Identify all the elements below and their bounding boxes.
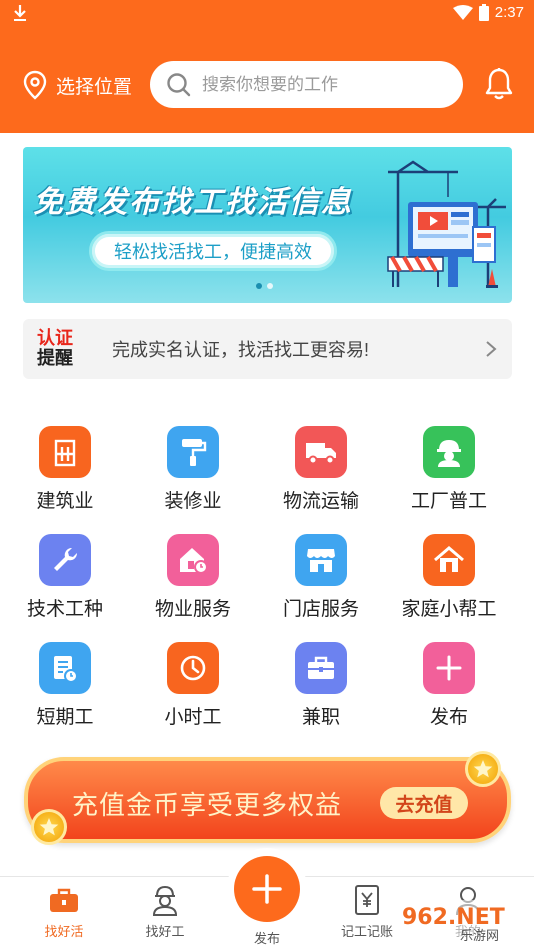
status-right: 2:37 xyxy=(452,4,524,21)
recharge-banner[interactable]: 充值金币享受更多权益 去充值 xyxy=(24,757,511,843)
tab-label: 记工记账 xyxy=(340,924,393,939)
recharge-text: 充值金币享受更多权益 xyxy=(72,790,343,820)
recharge-button[interactable]: 去充值 xyxy=(380,787,468,819)
worker-icon xyxy=(148,883,182,917)
location-selector[interactable]: 选择位置 xyxy=(22,70,132,100)
clock-icon xyxy=(167,642,219,694)
category-part-time[interactable]: 兼职 xyxy=(256,642,386,729)
category-publish[interactable]: 发布 xyxy=(384,642,514,729)
notification-bell-icon[interactable] xyxy=(484,67,514,101)
category-label: 工厂普工 xyxy=(410,491,487,512)
category-short-term[interactable]: 短期工 xyxy=(0,642,130,729)
verify-badge: 认证 提醒 xyxy=(37,329,97,369)
location-label: 选择位置 xyxy=(56,76,133,98)
site-watermark: 962.NET 乐游网 xyxy=(396,898,534,946)
status-bar: 2:37 xyxy=(0,0,534,28)
location-pin-icon xyxy=(23,70,47,100)
home-icon xyxy=(423,534,475,586)
banner-subtitle: 轻松找活找工，便捷高效 xyxy=(89,231,337,271)
watermark-text: 962.NET xyxy=(402,905,505,930)
search-input[interactable] xyxy=(202,74,442,95)
truck-icon xyxy=(295,426,347,478)
category-label: 家庭小帮工 xyxy=(401,599,497,620)
category-decoration[interactable]: 装修业 xyxy=(128,426,258,513)
category-hourly[interactable]: 小时工 xyxy=(128,642,258,729)
tab-ledger[interactable]: 记工记账 xyxy=(327,883,407,940)
category-label: 建筑业 xyxy=(36,491,94,512)
category-label: 技术工种 xyxy=(26,599,103,620)
category-technical[interactable]: 技术工种 xyxy=(0,534,130,621)
verify-badge-line2: 提醒 xyxy=(37,348,73,369)
ledger-icon xyxy=(350,883,384,917)
category-label: 物业服务 xyxy=(154,599,231,620)
tab-find-workers[interactable]: 找好工 xyxy=(125,883,205,940)
category-logistics[interactable]: 物流运输 xyxy=(256,426,386,513)
coin-star-icon xyxy=(465,751,501,787)
chevron-right-icon xyxy=(486,341,497,357)
search-icon xyxy=(167,72,191,96)
calendar-clock-icon xyxy=(39,642,91,694)
category-label: 门店服务 xyxy=(282,599,359,620)
category-building[interactable]: 建筑业 xyxy=(0,426,130,513)
building-icon xyxy=(39,426,91,478)
tab-find-jobs[interactable]: 找好活 xyxy=(24,883,104,940)
category-factory[interactable]: 工厂普工 xyxy=(384,426,514,513)
plus-icon xyxy=(423,642,475,694)
battery-icon xyxy=(478,4,489,21)
category-label: 兼职 xyxy=(301,707,340,728)
category-label: 装修业 xyxy=(164,491,222,512)
briefcase-icon xyxy=(295,642,347,694)
construction-illustration-icon xyxy=(387,160,506,288)
storefront-icon xyxy=(295,534,347,586)
verify-badge-line1: 认证 xyxy=(37,328,73,349)
paint-roller-icon xyxy=(167,426,219,478)
category-label: 发布 xyxy=(429,707,468,728)
banner-pagination xyxy=(256,283,273,289)
pagination-dot xyxy=(267,283,273,289)
category-label: 短期工 xyxy=(36,707,94,728)
status-time: 2:37 xyxy=(494,4,524,21)
category-label: 小时工 xyxy=(164,707,222,728)
download-icon xyxy=(14,5,26,21)
house-clock-icon xyxy=(167,534,219,586)
wrench-icon xyxy=(39,534,91,586)
plus-icon xyxy=(252,874,282,904)
tab-label: 找好活 xyxy=(44,924,84,939)
hardhat-worker-icon xyxy=(423,426,475,478)
watermark-subtext: 乐游网 xyxy=(460,929,499,944)
wifi-icon xyxy=(452,4,473,20)
promo-banner[interactable]: 免费发布找工找活信息 轻松找活找工，便捷高效 xyxy=(23,147,512,303)
publish-tab-label: 发布 xyxy=(253,931,280,946)
publish-fab-button[interactable] xyxy=(234,856,300,922)
search-bar[interactable] xyxy=(150,61,463,108)
verification-reminder[interactable]: 认证 提醒 完成实名认证，找活找工更容易! xyxy=(23,319,512,379)
toolbox-icon xyxy=(47,883,81,917)
tab-label: 找好工 xyxy=(145,924,185,939)
coin-star-icon xyxy=(31,809,67,845)
category-household[interactable]: 家庭小帮工 xyxy=(384,534,514,621)
pagination-dot xyxy=(256,283,262,289)
banner-title: 免费发布找工找活信息 xyxy=(33,185,353,220)
category-property[interactable]: 物业服务 xyxy=(128,534,258,621)
verify-text: 完成实名认证，找活找工更容易! xyxy=(112,340,369,360)
category-store[interactable]: 门店服务 xyxy=(256,534,386,621)
app-header: 2:37 选择位置 xyxy=(0,0,534,133)
category-label: 物流运输 xyxy=(282,491,359,512)
